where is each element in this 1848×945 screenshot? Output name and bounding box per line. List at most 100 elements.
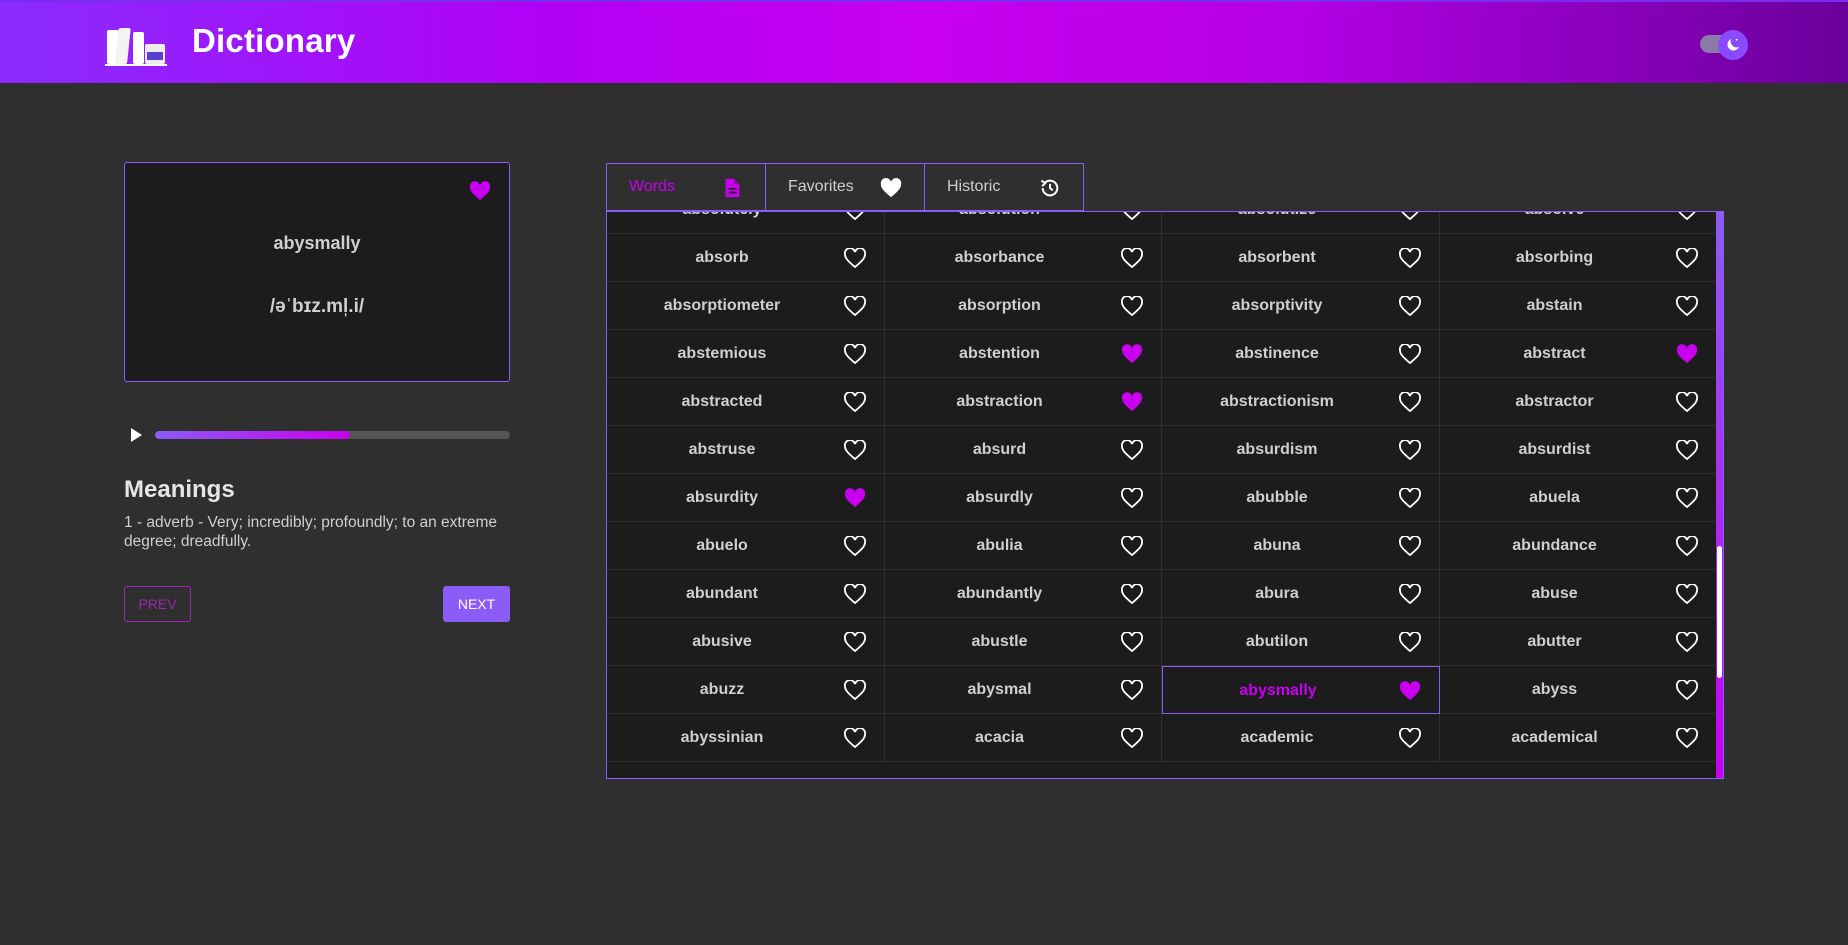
word-cell[interactable]: abyssinian (607, 714, 885, 762)
heart-outline-icon[interactable] (1676, 211, 1698, 220)
word-cell[interactable]: abstractionism (1162, 378, 1440, 426)
heart-outline-icon[interactable] (1121, 488, 1143, 508)
heart-outline-icon[interactable] (1398, 440, 1421, 460)
heart-outline-icon[interactable] (843, 344, 866, 364)
heart-outline-icon[interactable] (843, 728, 866, 748)
word-cell[interactable]: abuela (1439, 474, 1717, 522)
heart-outline-icon[interactable] (843, 440, 866, 460)
next-button[interactable]: NEXT (443, 586, 510, 622)
word-cell[interactable]: absorptivity (1162, 282, 1440, 330)
heart-filled-icon[interactable] (1676, 344, 1698, 364)
word-cell[interactable]: abundance (1439, 522, 1717, 570)
heart-outline-icon[interactable] (1121, 248, 1143, 268)
heart-outline-icon[interactable] (1676, 248, 1698, 268)
word-cell[interactable]: abysmally (1162, 666, 1440, 714)
heart-filled-icon[interactable] (1399, 681, 1421, 701)
heart-outline-icon[interactable] (1398, 296, 1421, 316)
heart-outline-icon[interactable] (1121, 728, 1143, 748)
word-cell[interactable]: abulia (884, 522, 1162, 570)
word-cell[interactable]: absolve (1439, 211, 1717, 234)
word-cell[interactable]: abstemious (607, 330, 885, 378)
word-cell[interactable]: absolution (884, 211, 1162, 234)
word-cell[interactable]: abyss (1439, 666, 1717, 714)
heart-outline-icon[interactable] (1121, 632, 1143, 652)
heart-outline-icon[interactable] (1398, 584, 1421, 604)
heart-outline-icon[interactable] (843, 632, 866, 652)
word-cell[interactable]: absorption (884, 282, 1162, 330)
heart-outline-icon[interactable] (844, 211, 866, 220)
word-cell[interactable]: absorbing (1439, 234, 1717, 282)
word-cell[interactable]: absurdly (884, 474, 1162, 522)
heart-filled-icon[interactable] (1121, 344, 1143, 364)
heart-outline-icon[interactable] (1121, 536, 1143, 556)
word-cell[interactable]: abuse (1439, 570, 1717, 618)
heart-outline-icon[interactable] (843, 248, 866, 268)
word-cell[interactable]: absurd (884, 426, 1162, 474)
heart-outline-icon[interactable] (1676, 728, 1698, 748)
heart-outline-icon[interactable] (1398, 344, 1421, 364)
heart-outline-icon[interactable] (1121, 680, 1143, 700)
heart-outline-icon[interactable] (843, 584, 866, 604)
heart-outline-icon[interactable] (843, 536, 866, 556)
heart-outline-icon[interactable] (1398, 632, 1421, 652)
heart-outline-icon[interactable] (1121, 584, 1143, 604)
scrollbar-thumb[interactable] (1717, 546, 1722, 678)
word-cell[interactable]: academical (1439, 714, 1717, 762)
heart-outline-icon[interactable] (1121, 440, 1143, 460)
heart-outline-icon[interactable] (1676, 440, 1698, 460)
word-cell[interactable]: abuzz (607, 666, 885, 714)
heart-outline-icon[interactable] (1399, 211, 1421, 220)
theme-toggle[interactable] (1698, 30, 1750, 60)
word-cell[interactable]: acacia (884, 714, 1162, 762)
word-cell[interactable]: absorb (607, 234, 885, 282)
heart-outline-icon[interactable] (1398, 392, 1421, 412)
heart-outline-icon[interactable] (843, 680, 866, 700)
heart-outline-icon[interactable] (843, 296, 866, 316)
word-cell[interactable]: abura (1162, 570, 1440, 618)
word-cell[interactable]: abstain (1439, 282, 1717, 330)
word-cell[interactable]: abstention (884, 330, 1162, 378)
heart-outline-icon[interactable] (1121, 211, 1143, 220)
favorite-heart-icon[interactable] (469, 181, 491, 201)
heart-filled-icon[interactable] (844, 488, 866, 508)
word-cell[interactable]: abstraction (884, 378, 1162, 426)
heart-outline-icon[interactable] (1398, 488, 1421, 508)
word-cell[interactable]: abstinence (1162, 330, 1440, 378)
heart-outline-icon[interactable] (1676, 536, 1698, 556)
heart-outline-icon[interactable] (1398, 536, 1421, 556)
word-cell[interactable]: abstruse (607, 426, 885, 474)
word-cell[interactable]: absurdist (1439, 426, 1717, 474)
word-cell[interactable]: absolutize (1162, 211, 1440, 234)
word-cell[interactable]: abustle (884, 618, 1162, 666)
word-cell[interactable]: absurdism (1162, 426, 1440, 474)
heart-outline-icon[interactable] (1398, 728, 1421, 748)
word-cell[interactable]: abusive (607, 618, 885, 666)
word-cell[interactable]: absorbance (884, 234, 1162, 282)
tab-words[interactable]: Words (606, 163, 766, 211)
tab-favorites[interactable]: Favorites (765, 163, 925, 211)
heart-filled-icon[interactable] (1121, 392, 1143, 412)
word-cell[interactable]: abuelo (607, 522, 885, 570)
heart-outline-icon[interactable] (1676, 632, 1698, 652)
scrollbar[interactable] (1716, 212, 1723, 778)
heart-outline-icon[interactable] (1676, 584, 1698, 604)
heart-outline-icon[interactable] (1676, 488, 1698, 508)
word-cell[interactable]: abutter (1439, 618, 1717, 666)
tab-historic[interactable]: Historic (924, 163, 1084, 211)
heart-outline-icon[interactable] (1676, 392, 1698, 412)
word-cell[interactable]: academic (1162, 714, 1440, 762)
heart-outline-icon[interactable] (843, 392, 866, 412)
heart-outline-icon[interactable] (1676, 296, 1698, 316)
heart-outline-icon[interactable] (1121, 296, 1143, 316)
play-icon[interactable] (128, 427, 144, 443)
audio-progress-bar[interactable] (155, 431, 510, 439)
word-cell[interactable]: abysmal (884, 666, 1162, 714)
heart-outline-icon[interactable] (1676, 680, 1698, 700)
word-cell[interactable]: abundantly (884, 570, 1162, 618)
word-cell[interactable]: absorptiometer (607, 282, 885, 330)
word-cell[interactable]: absorbent (1162, 234, 1440, 282)
heart-outline-icon[interactable] (1398, 248, 1421, 268)
word-cell[interactable]: abuna (1162, 522, 1440, 570)
word-cell[interactable]: abundant (607, 570, 885, 618)
word-cell[interactable]: absolutely (607, 211, 885, 234)
